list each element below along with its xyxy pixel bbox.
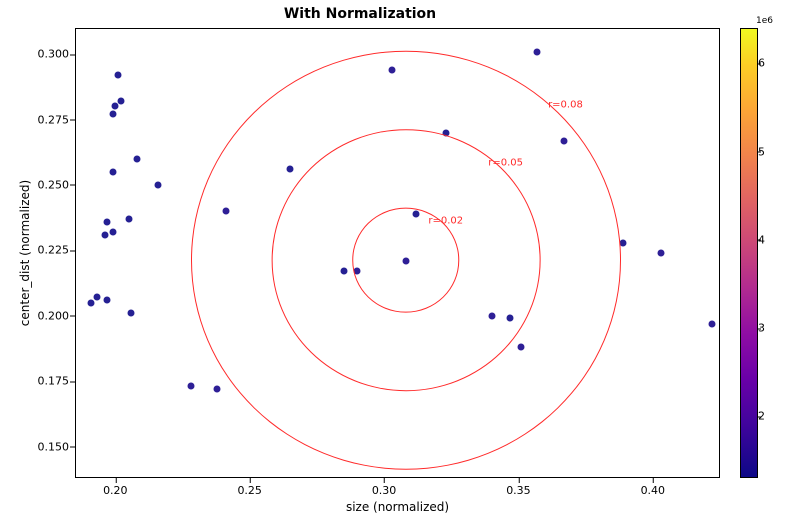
scatter-point — [214, 386, 221, 393]
y-tick: 0.250 — [31, 178, 69, 191]
colorbar — [740, 28, 758, 478]
scatter-point — [117, 98, 124, 105]
scatter-point — [155, 181, 162, 188]
colorbar-tick: 3 — [758, 322, 765, 335]
scatter-point — [354, 268, 361, 275]
scatter-point — [488, 312, 495, 319]
x-axis-label: size (normalized) — [75, 500, 720, 514]
scatter-point — [507, 315, 514, 322]
scatter-point — [104, 218, 111, 225]
scatter-point — [708, 320, 715, 327]
scatter-point — [101, 231, 108, 238]
y-tick: 0.200 — [31, 309, 69, 322]
scatter-point — [287, 166, 294, 173]
scatter-point — [125, 215, 132, 222]
x-tick: 0.40 — [641, 484, 666, 497]
scatter-point — [115, 72, 122, 79]
y-tick: 0.175 — [31, 375, 69, 388]
figure: With Normalization size (normalized) cen… — [0, 0, 790, 527]
y-tick: 0.300 — [31, 48, 69, 61]
x-tick: 0.25 — [237, 484, 262, 497]
x-tick: 0.30 — [372, 484, 397, 497]
colorbar-tick: 5 — [758, 145, 765, 158]
x-tick: 0.20 — [103, 484, 128, 497]
scatter-point — [109, 168, 116, 175]
scatter-point — [128, 310, 135, 317]
scatter-point — [402, 257, 409, 264]
radius-ring-label: r=0.05 — [488, 158, 523, 169]
y-tick: 0.275 — [31, 113, 69, 126]
scatter-point — [389, 66, 396, 73]
y-tick: 0.150 — [31, 440, 69, 453]
scatter-point — [222, 208, 229, 215]
colorbar-tick: 4 — [758, 233, 765, 246]
scatter-point — [518, 344, 525, 351]
colorbar-tick: 6 — [758, 57, 765, 70]
scatter-point — [109, 111, 116, 118]
scatter-point — [133, 155, 140, 162]
scatter-point — [187, 383, 194, 390]
scatter-point — [340, 268, 347, 275]
scatter-point — [109, 229, 116, 236]
scatter-point — [104, 297, 111, 304]
scatter-point — [534, 48, 541, 55]
scatter-point — [442, 129, 449, 136]
scatter-point — [413, 210, 420, 217]
radius-ring-label: r=0.02 — [428, 216, 463, 227]
axes — [75, 28, 720, 478]
radius-ring-label: r=0.08 — [548, 99, 583, 110]
scatter-point — [561, 137, 568, 144]
x-tick: 0.35 — [506, 484, 531, 497]
chart-title: With Normalization — [0, 6, 720, 22]
scatter-point — [620, 239, 627, 246]
scatter-point — [657, 250, 664, 257]
colorbar-tick: 2 — [758, 410, 765, 423]
scatter-point — [93, 294, 100, 301]
colorbar-exponent: 1e6 — [756, 16, 773, 26]
y-tick: 0.225 — [31, 244, 69, 257]
